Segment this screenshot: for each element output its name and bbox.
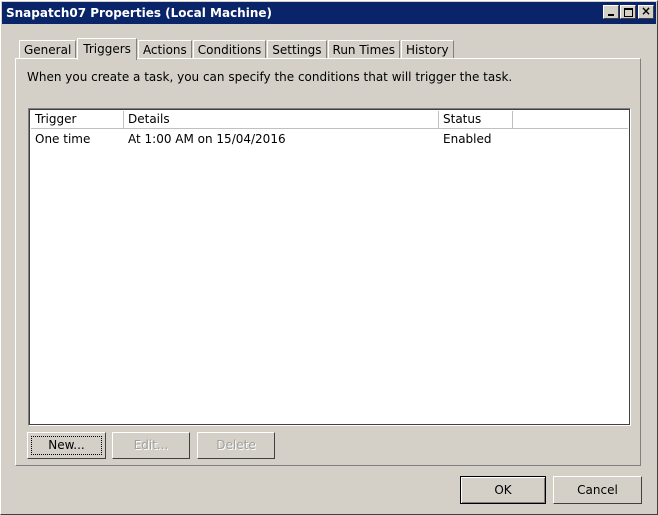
column-header-trigger[interactable]: Trigger xyxy=(31,111,124,128)
status-cell: Enabled xyxy=(443,132,492,146)
tab-conditions[interactable]: Conditions xyxy=(192,40,267,59)
cancel-button-label: Cancel xyxy=(577,482,618,497)
triggers-list[interactable]: Trigger Details Status One time At 1:00 … xyxy=(28,108,631,426)
details-cell: At 1:00 AM on 15/04/2016 xyxy=(128,132,286,146)
tab-settings[interactable]: Settings xyxy=(267,40,327,59)
tab-actions[interactable]: Actions xyxy=(137,40,192,59)
title-bar[interactable]: Snapatch07 Properties (Local Machine) × xyxy=(2,2,656,24)
ok-button[interactable]: OK xyxy=(460,476,546,504)
column-header-details[interactable]: Details xyxy=(124,111,439,128)
delete-trigger-button-label: Delete xyxy=(216,438,256,452)
tab-triggers[interactable]: Triggers xyxy=(77,38,137,60)
triggers-tab-panel: When you create a task, you can specify … xyxy=(15,58,641,466)
maximize-icon[interactable] xyxy=(620,5,636,19)
tab-run-times[interactable]: Run Times xyxy=(327,40,400,59)
edit-trigger-button-label: Edit... xyxy=(133,438,169,452)
trigger-cell: One time xyxy=(35,132,91,146)
title-bar-buttons: × xyxy=(602,4,654,19)
new-trigger-button[interactable]: New... xyxy=(27,432,106,459)
minimize-icon[interactable] xyxy=(603,5,619,19)
close-icon: × xyxy=(640,4,652,18)
triggers-list-header: Trigger Details Status xyxy=(31,111,628,129)
properties-dialog: Snapatch07 Properties (Local Machine) × … xyxy=(0,0,658,515)
tab-history[interactable]: History xyxy=(400,40,454,59)
ok-button-label: OK xyxy=(494,482,512,497)
triggers-description: When you create a task, you can specify … xyxy=(27,70,513,84)
tab-general[interactable]: General xyxy=(19,40,77,59)
focus-rectangle xyxy=(31,436,102,455)
column-header-status[interactable]: Status xyxy=(439,111,513,128)
edit-trigger-button[interactable]: Edit... xyxy=(112,432,190,459)
table-row[interactable]: One time At 1:00 AM on 15/04/2016 Enable… xyxy=(31,129,628,149)
tab-strip: General Triggers Actions Conditions Sett… xyxy=(19,38,455,60)
delete-trigger-button[interactable]: Delete xyxy=(197,432,275,459)
cancel-button[interactable]: Cancel xyxy=(553,476,642,504)
close-button[interactable]: × xyxy=(638,4,654,19)
window-title: Snapatch07 Properties (Local Machine) xyxy=(6,6,273,20)
column-header-filler xyxy=(513,111,628,128)
triggers-list-body: Trigger Details Status One time At 1:00 … xyxy=(31,111,628,423)
